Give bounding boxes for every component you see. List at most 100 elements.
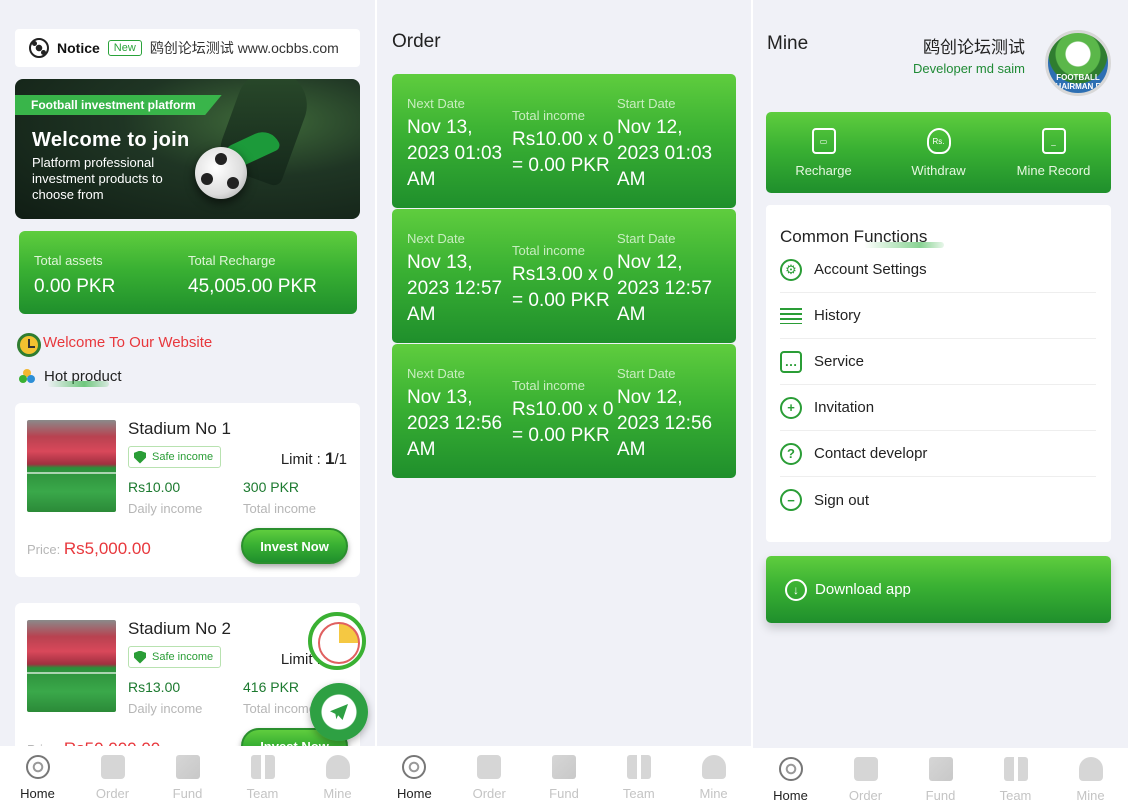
next-date-label: Next Date <box>407 231 465 246</box>
user-icon <box>701 755 726 779</box>
daily-income-label: Daily income <box>128 501 203 516</box>
nav-label: Home <box>773 788 808 803</box>
product-card[interactable]: Stadium No 1 Safe income Limit : 1/1 Rs1… <box>15 403 360 577</box>
nav-team[interactable]: Team <box>225 746 300 812</box>
total-income-value: 416 PKR <box>243 679 300 695</box>
total-assets-value: 0.00 PKR <box>34 276 116 297</box>
product-name: Stadium No 1 <box>128 419 231 438</box>
purchase-limit: Limit : 1/1 <box>281 449 347 469</box>
total-income-value: Rs10.00 x 0 = 0.00 PKR <box>512 399 614 446</box>
download-app-button[interactable]: ↓ Download app <box>766 556 1111 623</box>
notice-bar[interactable]: Notice New 鸥创论坛测试 www.ocbbs.com <box>15 29 360 67</box>
nav-mine[interactable]: Mine <box>300 746 375 812</box>
menu-item-sign-out[interactable]: − Sign out <box>780 477 1096 523</box>
heading-underline-decoration <box>47 381 109 387</box>
nav-label: Team <box>622 786 655 801</box>
avatar[interactable]: FOOTBALL CHAIRMAN FC <box>1045 30 1111 96</box>
nav-home[interactable]: Home <box>753 748 828 812</box>
recharge-button[interactable]: ▭ Recharge <box>766 112 881 193</box>
total-income-value: 300 PKR <box>243 479 300 495</box>
soccer-ball-icon <box>25 755 50 779</box>
menu-item-label: Service <box>814 353 865 370</box>
chart-icon <box>551 755 576 779</box>
document-icon <box>853 757 878 781</box>
daily-income-value: Rs13.00 <box>128 679 181 695</box>
quick-actions: ▭ Recharge Rs. Withdraw _ Mine Record <box>766 112 1111 193</box>
total-income-label: Total income <box>512 378 585 393</box>
nav-fund[interactable]: Fund <box>903 748 978 812</box>
nav-order[interactable]: Order <box>75 746 150 812</box>
nav-fund[interactable]: Fund <box>527 746 602 812</box>
nav-fund[interactable]: Fund <box>150 746 225 812</box>
start-date: Start Date Nov 12, 2023 01:03 AM <box>617 96 727 193</box>
nav-order[interactable]: Order <box>452 746 527 812</box>
nav-team[interactable]: Team <box>978 748 1053 812</box>
banner-ball-icon <box>195 147 247 199</box>
list-icon <box>780 307 802 324</box>
menu-item-service[interactable]: … Service <box>780 339 1096 385</box>
grid-icon <box>1003 757 1028 781</box>
limit-total: /1 <box>334 451 347 468</box>
grid-icon <box>250 755 275 779</box>
menu-item-account-settings[interactable]: ⚙ Account Settings <box>780 247 1096 293</box>
safe-income-badge: Safe income <box>128 646 222 668</box>
total-recharge-label: Total Recharge <box>188 253 276 268</box>
order-card[interactable]: Next Date Nov 13, 2023 12:57 AM Total in… <box>392 209 736 343</box>
nav-label: Fund <box>172 786 203 801</box>
start-date-label: Start Date <box>617 96 676 111</box>
soccer-ball-icon <box>778 757 803 781</box>
nav-label: Team <box>999 788 1032 803</box>
menu-item-invitation[interactable]: + Invitation <box>780 385 1096 431</box>
nav-label: Order <box>848 788 883 803</box>
nav-order[interactable]: Order <box>828 748 903 812</box>
nav-mine[interactable]: Mine <box>1053 748 1128 812</box>
nav-mine[interactable]: Mine <box>676 746 751 812</box>
nav-label: Fund <box>925 788 956 803</box>
total-income-label: Total income <box>243 701 316 716</box>
common-functions-card: Common Functions ⚙ Account Settings Hist… <box>766 205 1111 542</box>
action-label: Recharge <box>795 163 852 178</box>
mine-record-button[interactable]: _ Mine Record <box>996 112 1111 193</box>
nav-team[interactable]: Team <box>601 746 676 812</box>
bottom-nav: Home Order Fund Team Mine <box>0 746 375 812</box>
page-title: Order <box>392 31 441 52</box>
welcome-row: Welcome To Our Website <box>17 327 212 357</box>
assets-card: Total assets 0.00 PKR Total Recharge 45,… <box>19 231 357 314</box>
safe-income-label: Safe income <box>152 451 214 463</box>
start-date-label: Start Date <box>617 366 676 381</box>
action-label: Withdraw <box>911 163 966 178</box>
nav-home[interactable]: Home <box>0 746 75 812</box>
next-date-label: Next Date <box>407 96 465 111</box>
withdraw-button[interactable]: Rs. Withdraw <box>881 112 996 193</box>
menu-item-label: Account Settings <box>814 261 927 278</box>
clover-icon <box>19 368 35 385</box>
mine-screen: Mine 鸥创论坛测试 Developer md saim FOOTBALL C… <box>753 0 1128 812</box>
wallet-icon: ▭ <box>811 128 836 154</box>
nav-label: Team <box>246 786 279 801</box>
safe-income-label: Safe income <box>152 651 214 663</box>
alarm-clock-icon <box>17 333 41 357</box>
menu-item-label: Sign out <box>814 491 870 509</box>
banner-tag: Football investment platform <box>15 95 222 115</box>
order-card[interactable]: Next Date Nov 13, 2023 12:56 AM Total in… <box>392 344 736 478</box>
telegram-button[interactable] <box>310 683 368 741</box>
lucky-wheel-button[interactable] <box>308 612 366 670</box>
price-label: Price: <box>27 542 61 557</box>
total-assets: Total assets 0.00 PKR <box>34 253 115 298</box>
welcome-banner[interactable]: Football investment platform Welcome to … <box>15 79 360 219</box>
total-income-label: Total income <box>243 501 316 516</box>
invest-now-button[interactable]: Invest Now <box>241 528 348 564</box>
total-income: Total income Rs10.00 x 0 = 0.00 PKR <box>512 108 616 179</box>
welcome-text: Welcome To Our Website <box>43 333 213 351</box>
nav-home[interactable]: Home <box>377 746 452 812</box>
total-income-label: Total income <box>512 108 585 123</box>
order-card[interactable]: Next Date Nov 13, 2023 01:03 AM Total in… <box>392 74 736 208</box>
total-income-value: Rs13.00 x 0 = 0.00 PKR <box>512 264 614 311</box>
total-recharge: Total Recharge 45,005.00 PKR <box>188 253 317 298</box>
nav-label: Mine <box>323 786 352 801</box>
money-bag-icon: Rs. <box>926 128 951 154</box>
action-label: Mine Record <box>1016 163 1091 178</box>
menu-item-contact-developer[interactable]: ? Contact developr <box>780 431 1096 477</box>
product-price: Price: Rs5,000.00 <box>27 539 151 559</box>
menu-item-history[interactable]: History <box>780 293 1096 339</box>
